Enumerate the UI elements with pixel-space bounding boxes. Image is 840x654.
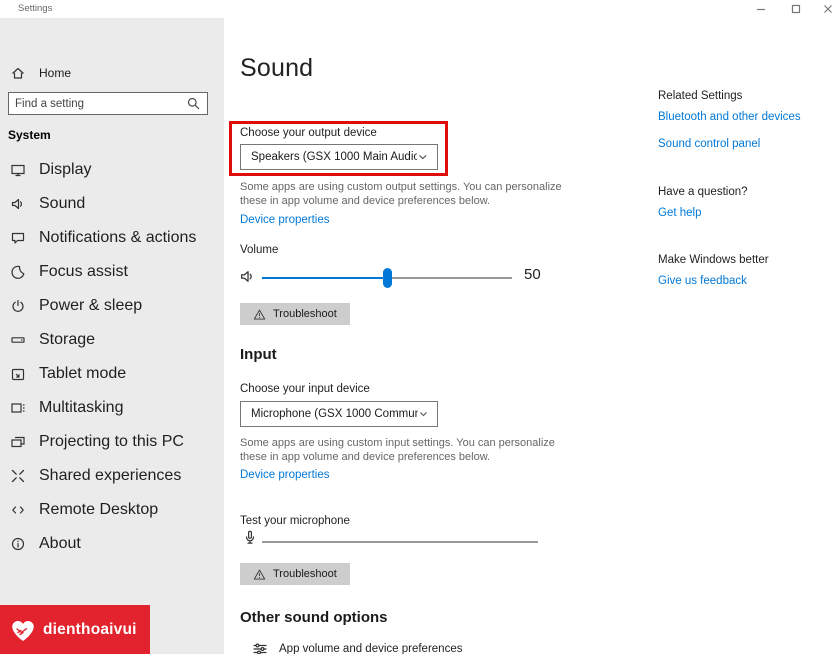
sidebar-item-notifications[interactable]: Notifications & actions [0, 221, 224, 255]
sidebar-item-label: Storage [39, 331, 95, 349]
give-feedback-link[interactable]: Give us feedback [658, 275, 747, 287]
microphone-icon [242, 529, 258, 546]
app-volume-label: App volume and device preferences [279, 643, 462, 654]
display-icon [10, 162, 26, 178]
mixer-icon [252, 641, 268, 654]
sidebar-item-label: Focus assist [39, 263, 128, 281]
output-device-label: Choose your output device [240, 127, 377, 139]
search-input[interactable] [9, 98, 187, 110]
chevron-down-icon [418, 408, 429, 420]
sidebar-item-storage[interactable]: Storage [0, 323, 224, 357]
dienthoaivui-logo: dienthoaivui [0, 605, 150, 654]
sidebar-item-label: About [39, 535, 81, 553]
sidebar-item-label: Display [39, 161, 91, 179]
volume-slider-fill [262, 277, 387, 279]
related-settings-heading: Related Settings [658, 90, 742, 102]
input-section-heading: Input [240, 346, 277, 363]
window-title: Settings [18, 3, 52, 14]
titlebar: Settings [0, 0, 840, 18]
mic-level-meter [262, 541, 538, 543]
output-description: Some apps are using custom output settin… [240, 180, 562, 208]
input-device-selected: Microphone (GSX 1000 Communi... [251, 408, 418, 420]
about-icon [10, 536, 26, 552]
sidebar-item-projecting[interactable]: Projecting to this PC [0, 425, 224, 459]
close-icon [823, 4, 833, 14]
have-a-question-heading: Have a question? [658, 186, 748, 198]
remote-desktop-icon [10, 502, 26, 518]
sidebar-item-sound[interactable]: Sound [0, 187, 224, 221]
sidebar-item-focus-assist[interactable]: Focus assist [0, 255, 224, 289]
sidebar-item-label: Power & sleep [39, 297, 142, 315]
logo-text: dienthoaivui [43, 621, 137, 639]
storage-icon [10, 332, 26, 348]
input-description: Some apps are using custom input setting… [240, 436, 562, 464]
close-button[interactable] [813, 0, 840, 18]
sidebar-item-about[interactable]: About [0, 527, 224, 561]
make-windows-better-heading: Make Windows better [658, 254, 769, 266]
input-device-dropdown[interactable]: Microphone (GSX 1000 Communi... [240, 401, 438, 427]
input-device-label: Choose your input device [240, 383, 370, 395]
shared-experiences-icon [10, 468, 26, 484]
output-device-selected: Speakers (GSX 1000 Main Audio) [251, 151, 417, 163]
sidebar-item-label: Notifications & actions [39, 229, 196, 247]
volume-slider-handle[interactable] [383, 268, 392, 288]
speaker-icon [10, 196, 26, 212]
warning-icon [253, 308, 266, 321]
minimize-icon [756, 4, 766, 14]
input-device-properties-link[interactable]: Device properties [240, 469, 329, 481]
volume-label: Volume [240, 244, 278, 256]
test-microphone-label: Test your microphone [240, 515, 350, 527]
sidebar-item-label: Shared experiences [39, 467, 181, 485]
sound-control-panel-link[interactable]: Sound control panel [658, 138, 760, 150]
settings-window: Settings Home System [0, 0, 840, 654]
search-box [8, 92, 208, 115]
troubleshoot-button[interactable]: Troubleshoot [240, 563, 350, 585]
projecting-icon [10, 434, 26, 450]
sidebar-item-remote-desktop[interactable]: Remote Desktop [0, 493, 224, 527]
page-title: Sound [240, 54, 313, 83]
bluetooth-devices-link[interactable]: Bluetooth and other devices [658, 111, 801, 123]
sidebar-item-tablet-mode[interactable]: Tablet mode [0, 357, 224, 391]
sidebar-item-shared-experiences[interactable]: Shared experiences [0, 459, 224, 493]
volume-value: 50 [524, 266, 541, 283]
other-sound-options-heading: Other sound options [240, 609, 388, 626]
focus-assist-icon [10, 264, 26, 280]
home-icon [10, 65, 26, 81]
sidebar-section-header: System [8, 128, 51, 142]
power-icon [10, 298, 26, 314]
troubleshoot-label: Troubleshoot [273, 308, 337, 320]
sidebar-item-multitasking[interactable]: Multitasking [0, 391, 224, 425]
minimize-button[interactable] [746, 0, 776, 18]
sidebar-item-label: Tablet mode [39, 365, 126, 383]
sidebar-item-label: Sound [39, 195, 85, 213]
maximize-button[interactable] [781, 0, 811, 18]
troubleshoot-button[interactable]: Troubleshoot [240, 303, 350, 325]
sidebar-item-display[interactable]: Display [0, 153, 224, 187]
sidebar-item-power-sleep[interactable]: Power & sleep [0, 289, 224, 323]
search-icon [187, 97, 200, 110]
volume-speaker-icon[interactable] [239, 268, 256, 285]
maximize-icon [791, 4, 801, 14]
warning-icon [253, 568, 266, 581]
output-device-properties-link[interactable]: Device properties [240, 214, 329, 226]
app-volume-preferences-link[interactable]: App volume and device preferences [252, 641, 462, 654]
output-device-dropdown[interactable]: Speakers (GSX 1000 Main Audio) [240, 144, 438, 170]
tablet-mode-icon [10, 366, 26, 382]
get-help-link[interactable]: Get help [658, 207, 701, 219]
troubleshoot-label: Troubleshoot [273, 568, 337, 580]
sidebar-item-label: Remote Desktop [39, 501, 158, 519]
sidebar-item-label: Projecting to this PC [39, 433, 184, 451]
multitasking-icon [10, 400, 26, 416]
sidebar-home-label: Home [39, 66, 71, 80]
chevron-down-icon [417, 151, 429, 163]
heart-handshake-icon [7, 614, 39, 646]
sidebar-item-label: Multitasking [39, 399, 123, 417]
sidebar-item-home[interactable]: Home [0, 60, 224, 86]
notifications-icon [10, 230, 26, 246]
sidebar: Home System Display Sound [0, 18, 224, 654]
sidebar-nav: Display Sound Notifications & actions Fo… [0, 153, 224, 561]
